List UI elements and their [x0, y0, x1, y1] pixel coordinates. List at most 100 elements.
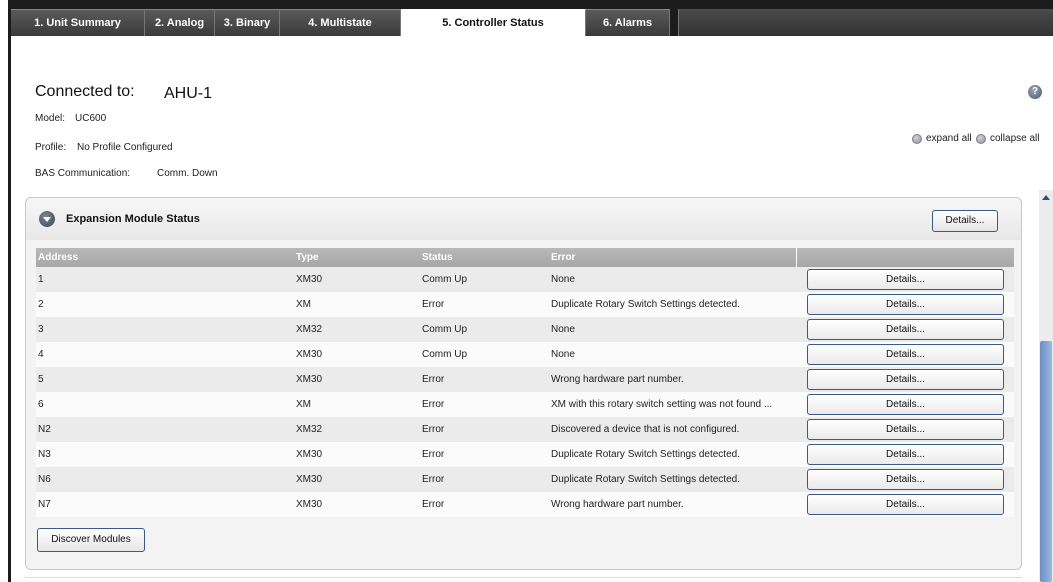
tab-bar: 1. Unit Summary 2. Analog 3. Binary 4. M…: [8, 0, 1053, 36]
error-cell: Duplicate Rotary Switch Settings detecte…: [551, 474, 740, 485]
status-cell: Error: [422, 449, 445, 460]
type-cell: XM30: [296, 499, 323, 510]
table-row: N2 XM32 Error Discovered a device that is n…: [36, 417, 1014, 442]
error-cell: None: [551, 349, 575, 360]
model-label: Model:: [35, 113, 66, 124]
next-panel-edge: [25, 577, 1022, 578]
status-cell: Comm Up: [422, 274, 468, 285]
status-cell: Error: [422, 499, 445, 510]
row-details-button[interactable]: Details...: [807, 319, 1004, 340]
table-row: N6 XM30 Error Duplicate Rotary Switch Setti…: [36, 467, 1014, 492]
address-cell: N3: [38, 449, 51, 460]
error-cell: Wrong hardware part number.: [551, 499, 684, 510]
error-cell: None: [551, 274, 575, 285]
panel-details-button[interactable]: Details...: [932, 210, 998, 232]
table-row: 6 XM Error XM with this rotary switch setti…: [36, 392, 1014, 417]
tab-analog[interactable]: 2. Analog: [145, 9, 215, 36]
type-cell: XM30: [296, 349, 323, 360]
error-cell: Discovered a device that is not configur…: [551, 424, 740, 435]
table-header: Address Type Status Error: [36, 248, 1014, 267]
scrollbar-thumb[interactable]: [1040, 341, 1052, 582]
bas-communication-label: BAS Communication:: [35, 168, 131, 179]
scroll-up-arrow-icon[interactable]: [1040, 192, 1052, 204]
error-cell: Duplicate Rotary Switch Settings detecte…: [551, 299, 740, 310]
model-value: UC600: [75, 113, 107, 124]
column-divider: [796, 248, 797, 267]
type-cell: XM30: [296, 449, 323, 460]
address-cell: 2: [38, 299, 44, 310]
expand-all-label: expand all: [926, 133, 972, 144]
type-cell: XM30: [296, 374, 323, 385]
error-cell: XM with this rotary switch setting was n…: [551, 399, 773, 410]
type-cell: XM: [296, 399, 311, 410]
column-header-type: Type: [296, 252, 319, 263]
error-cell: Duplicate Rotary Switch Settings detecte…: [551, 449, 740, 460]
bas-communication-value: Comm. Down: [157, 168, 218, 179]
window-border: [8, 0, 11, 582]
column-header-address: Address: [38, 252, 79, 263]
type-cell: XM30: [296, 274, 323, 285]
tab-multistate[interactable]: 4. Multistate: [280, 9, 401, 36]
row-details-button[interactable]: Details...: [807, 369, 1004, 390]
address-cell: 6: [38, 399, 44, 410]
status-cell: Error: [422, 424, 445, 435]
tab-controller-status[interactable]: 5. Controller Status: [401, 9, 586, 36]
column-header-error: Error: [551, 252, 576, 263]
address-cell: 5: [38, 374, 44, 385]
help-icon[interactable]: ?: [1028, 85, 1042, 99]
table-row: 5 XM30 Error Wrong hardware part number. Det…: [36, 367, 1014, 392]
connected-label: Connected to:: [35, 83, 135, 100]
address-cell: N7: [38, 499, 51, 510]
profile-value: No Profile Configured: [77, 142, 173, 153]
table-row: 4 XM30 Comm Up None Details...: [36, 342, 1014, 367]
type-cell: XM32: [296, 424, 323, 435]
status-cell: Error: [422, 374, 445, 385]
discover-modules-button[interactable]: Discover Modules: [37, 528, 145, 552]
error-cell: None: [551, 324, 575, 335]
status-cell: Error: [422, 399, 445, 410]
table-row: N7 XM30 Error Wrong hardware part number. De…: [36, 492, 1014, 517]
panel-title: Expansion Module Status: [66, 213, 200, 225]
expand-all-radio-icon: [912, 133, 922, 144]
status-cell: Error: [422, 474, 445, 485]
expansion-module-table: Address Type Status Error 1 XM30 Comm Up No…: [36, 248, 1014, 517]
address-cell: 3: [38, 324, 44, 335]
tab-unit-summary[interactable]: 1. Unit Summary: [11, 9, 145, 36]
error-cell: Wrong hardware part number.: [551, 374, 684, 385]
profile-label: Profile:: [35, 142, 67, 153]
type-cell: XM30: [296, 474, 323, 485]
row-details-button[interactable]: Details...: [807, 444, 1004, 465]
table-row: N3 XM30 Error Duplicate Rotary Switch Setti…: [36, 442, 1014, 467]
row-details-button[interactable]: Details...: [807, 394, 1004, 415]
collapse-all-radio-icon: [976, 133, 986, 144]
collapse-all-label: collapse all: [990, 133, 1040, 144]
type-cell: XM: [296, 299, 311, 310]
connected-device: AHU-1: [164, 85, 213, 102]
tab-bar-filler: [678, 9, 1053, 36]
collapse-icon[interactable]: [39, 211, 55, 227]
table-row: 2 XM Error Duplicate Rotary Switch Settings…: [36, 292, 1014, 317]
type-cell: XM32: [296, 324, 323, 335]
row-details-button[interactable]: Details...: [807, 344, 1004, 365]
row-details-button[interactable]: Details...: [807, 469, 1004, 490]
address-cell: 4: [38, 349, 44, 360]
panel-header: Expansion Module Status Details...: [26, 198, 1021, 240]
app-frame: 1. Unit Summary 2. Analog 3. Binary 4. M…: [0, 0, 1053, 582]
row-details-button[interactable]: Details...: [807, 419, 1004, 440]
row-details-button[interactable]: Details...: [807, 294, 1004, 315]
column-header-status: Status: [422, 252, 453, 263]
address-cell: N6: [38, 474, 51, 485]
address-cell: 1: [38, 274, 44, 285]
table-row: 3 XM32 Comm Up None Details...: [36, 317, 1014, 342]
status-cell: Comm Up: [422, 324, 468, 335]
tab-binary[interactable]: 3. Binary: [215, 9, 280, 36]
row-details-button[interactable]: Details...: [807, 494, 1004, 515]
row-details-button[interactable]: Details...: [807, 269, 1004, 290]
tab-alarms[interactable]: 6. Alarms: [586, 9, 670, 36]
collapse-all-option[interactable]: collapse all: [976, 133, 1039, 144]
table-row: 1 XM30 Comm Up None Details...: [36, 267, 1014, 292]
expand-all-option[interactable]: expand all: [912, 133, 972, 144]
address-cell: N2: [38, 424, 51, 435]
expansion-module-panel: Expansion Module Status Details... Addre…: [25, 197, 1022, 570]
table-body: 1 XM30 Comm Up None Details... 2 XM Error Duplic…: [36, 267, 1014, 517]
